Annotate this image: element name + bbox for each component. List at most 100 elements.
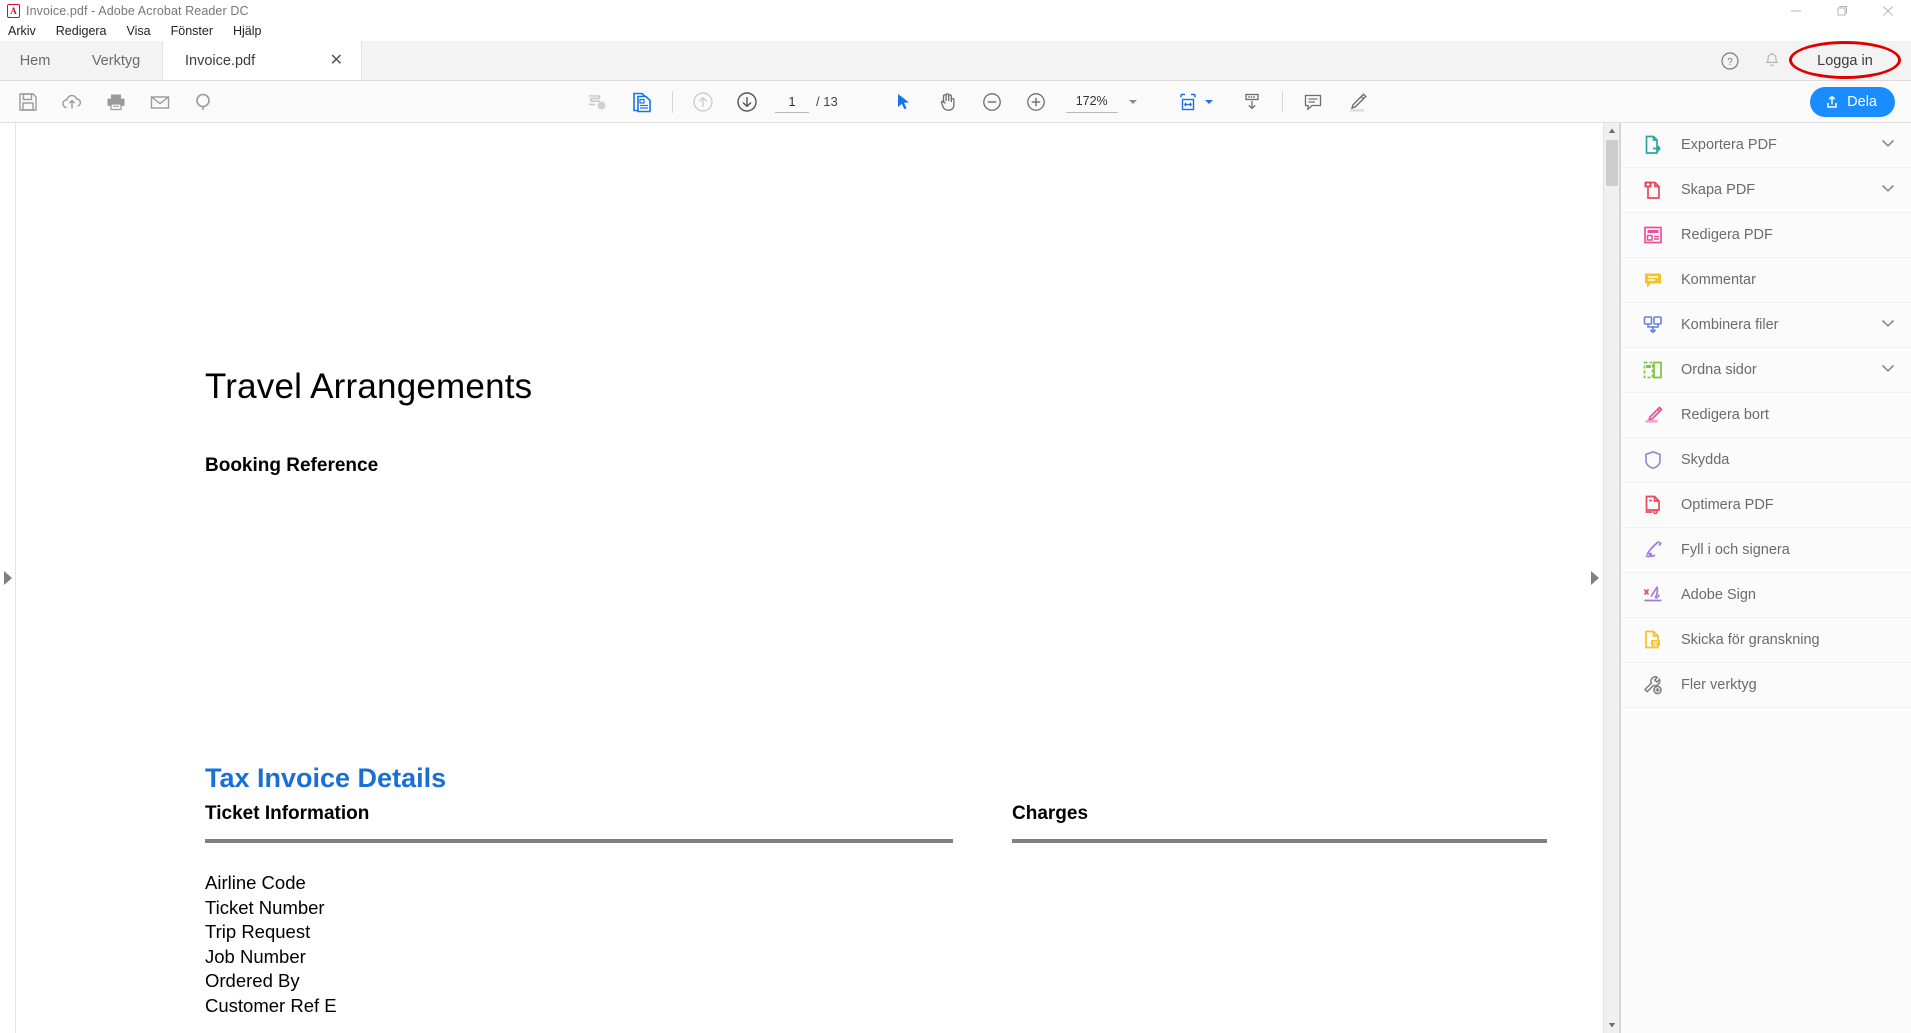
- zoom-in-icon[interactable]: [1014, 81, 1058, 123]
- tool-item-label: Skicka för granskning: [1681, 632, 1820, 648]
- close-icon[interactable]: [1865, 0, 1911, 22]
- acrobat-reader-window: A Invoice.pdf - Adobe Acrobat Reader DC …: [0, 0, 1911, 1033]
- chevron-placeholder: [1881, 228, 1895, 242]
- cursor-arrow-icon[interactable]: [882, 81, 926, 123]
- page-number-input[interactable]: 1: [775, 91, 809, 113]
- arrow-up-circle-icon[interactable]: [681, 81, 725, 123]
- tax-invoice-details-heading: Tax Invoice Details: [205, 763, 447, 793]
- chevron-down-icon[interactable]: [1881, 138, 1895, 152]
- tool-item-label: Exportera PDF: [1681, 137, 1777, 153]
- right-panel-toggle[interactable]: [1587, 123, 1603, 1033]
- hand-icon[interactable]: [926, 81, 970, 123]
- page-thumbnail-icon[interactable]: [620, 81, 664, 123]
- chevron-down-icon[interactable]: [1881, 363, 1895, 377]
- chevron-down-icon[interactable]: [1881, 183, 1895, 197]
- optimize-pdf-icon: [1641, 493, 1665, 517]
- signature-icon[interactable]: [576, 81, 620, 123]
- search-icon[interactable]: [182, 81, 226, 123]
- window-controls: [1773, 0, 1911, 22]
- charges-rule: [1012, 839, 1547, 843]
- pdf-page-content: Travel Arrangements Booking Reference Ta…: [17, 123, 1604, 1033]
- tool-item-fler-verktyg[interactable]: Fler verktyg: [1621, 663, 1911, 708]
- tool-item-label: Ordna sidor: [1681, 362, 1757, 378]
- tool-item-label: Kombinera filer: [1681, 317, 1779, 333]
- chevron-down-icon[interactable]: [1204, 98, 1214, 106]
- minimize-icon[interactable]: [1773, 0, 1819, 22]
- tool-item-skapa-pdf[interactable]: Skapa PDF: [1621, 168, 1911, 213]
- scroll-arrow-up-icon[interactable]: [1604, 123, 1620, 139]
- save-floppy-icon[interactable]: [6, 81, 50, 123]
- left-panel-toggle[interactable]: [0, 123, 16, 1033]
- help-circle-icon[interactable]: ?: [1709, 41, 1751, 81]
- tab-home[interactable]: Hem: [0, 41, 70, 80]
- menu-item-visa[interactable]: Visa: [117, 22, 161, 41]
- bell-icon[interactable]: [1751, 41, 1793, 81]
- tab-tools[interactable]: Verktyg: [70, 41, 162, 80]
- menu-item-arkiv[interactable]: Arkiv: [0, 22, 46, 41]
- tab-document-label: Invoice.pdf: [185, 52, 256, 69]
- pdf-page[interactable]: Travel Arrangements Booking Reference Ta…: [17, 123, 1604, 1033]
- chevron-placeholder: [1881, 633, 1895, 647]
- tool-item-label: Redigera bort: [1681, 407, 1769, 423]
- tool-item-kombinera-filer[interactable]: Kombinera filer: [1621, 303, 1911, 348]
- booking-reference-heading: Booking Reference: [205, 455, 379, 476]
- comment-bubble-icon[interactable]: [1291, 81, 1335, 123]
- close-tab-icon[interactable]: ✕: [330, 52, 343, 69]
- email-icon[interactable]: [138, 81, 182, 123]
- edit-pdf-icon: [1641, 223, 1665, 247]
- chevron-placeholder: [1881, 543, 1895, 557]
- zoom-out-icon[interactable]: [970, 81, 1014, 123]
- cloud-upload-icon[interactable]: [50, 81, 94, 123]
- menu-item-fonster[interactable]: Fönster: [161, 22, 223, 41]
- svg-text:?: ?: [1727, 57, 1733, 68]
- tool-item-label: Skydda: [1681, 452, 1730, 468]
- tool-item-label: Optimera PDF: [1681, 497, 1774, 513]
- adobe-sign-icon: [1641, 583, 1665, 607]
- tool-item-fyll-i-och-signera[interactable]: Fyll i och signera: [1621, 528, 1911, 573]
- maximize-icon[interactable]: [1819, 0, 1865, 22]
- triangle-right-icon: [1591, 571, 1599, 585]
- share-button[interactable]: Dela: [1810, 86, 1895, 117]
- chevron-down-icon[interactable]: [1881, 318, 1895, 332]
- tool-item-skydda[interactable]: Skydda: [1621, 438, 1911, 483]
- toolbar-divider: [672, 90, 673, 113]
- tool-item-optimera-pdf[interactable]: Optimera PDF: [1621, 483, 1911, 528]
- tool-item-kommentar[interactable]: Kommentar: [1621, 258, 1911, 303]
- chevron-down-icon[interactable]: [1128, 98, 1138, 106]
- zoom-level-value[interactable]: 172%: [1065, 91, 1118, 113]
- redact-icon: [1641, 403, 1665, 427]
- menu-bar: Arkiv Redigera Visa Fönster Hjälp: [0, 22, 1911, 41]
- field-airline-code: Airline Code: [205, 872, 306, 893]
- tool-item-exportera-pdf[interactable]: Exportera PDF: [1621, 123, 1911, 168]
- menu-item-hjalp[interactable]: Hjälp: [223, 22, 272, 41]
- print-icon[interactable]: [94, 81, 138, 123]
- tool-item-label: Fler verktyg: [1681, 677, 1757, 693]
- ticket-information-heading: Ticket Information: [205, 803, 370, 824]
- zoom-level-control[interactable]: 172%: [1065, 91, 1138, 113]
- tool-item-label: Kommentar: [1681, 272, 1756, 288]
- tool-item-skicka-for-granskning[interactable]: Skicka för granskning: [1621, 618, 1911, 663]
- field-ordered-by: Ordered By: [205, 970, 300, 991]
- vertical-scrollbar[interactable]: [1603, 123, 1619, 1033]
- tools-panel: Exportera PDF Skapa PDF Redigera PDF Kom…: [1620, 123, 1911, 1033]
- arrow-down-circle-icon[interactable]: [725, 81, 769, 123]
- more-tools-icon: [1641, 673, 1665, 697]
- tool-item-adobe-sign[interactable]: Adobe Sign: [1621, 573, 1911, 618]
- field-trip-request: Trip Request: [205, 921, 311, 942]
- scrollbar-thumb[interactable]: [1606, 140, 1618, 186]
- toolbar-divider: [1281, 90, 1283, 113]
- tab-document-invoice[interactable]: Invoice.pdf ✕: [162, 41, 362, 80]
- scroll-arrow-down-icon[interactable]: [1604, 1017, 1620, 1033]
- highlighter-icon[interactable]: [1335, 81, 1379, 123]
- tool-item-redigera-pdf[interactable]: Redigera PDF: [1621, 213, 1911, 258]
- ticket-field-list: Airline Code Ticket Number Trip Request …: [205, 871, 337, 1018]
- sign-in-button[interactable]: Logga in: [1789, 40, 1901, 81]
- chevron-placeholder: [1881, 678, 1895, 692]
- tool-item-redigera-bort[interactable]: Redigera bort: [1621, 393, 1911, 438]
- menu-item-redigera[interactable]: Redigera: [46, 22, 117, 41]
- tool-item-label: Skapa PDF: [1681, 182, 1756, 198]
- scroll-mode-icon[interactable]: [1230, 81, 1274, 123]
- tool-item-ordna-sidor[interactable]: Ordna sidor: [1621, 348, 1911, 393]
- charges-heading: Charges: [1012, 803, 1089, 824]
- share-label: Dela: [1847, 93, 1877, 110]
